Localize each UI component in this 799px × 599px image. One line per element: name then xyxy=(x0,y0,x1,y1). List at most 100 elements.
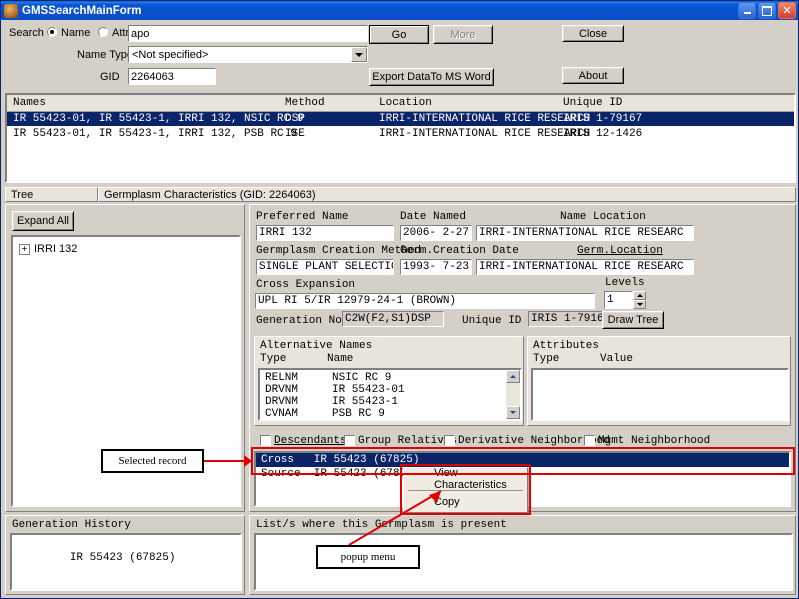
alternative-names-panel: Alternative Names Type Name RELNM NSIC R… xyxy=(254,336,524,426)
levels-value[interactable]: 1 xyxy=(604,291,633,309)
date-named-text: 2006- 2-27 xyxy=(403,227,470,239)
name-location-text: IRRI-INTERNATIONAL RICE RESEARC xyxy=(479,227,684,239)
radio-search-by-attribute[interactable] xyxy=(98,27,108,37)
name-type-value: <Not specified> xyxy=(132,48,209,61)
checkbox-descendants[interactable] xyxy=(260,435,271,446)
spin-down-button[interactable] xyxy=(633,300,646,309)
expand-all-button[interactable]: Expand All xyxy=(12,211,74,231)
annotation-selected-record-label: Selected record xyxy=(118,455,187,467)
scroll-up-icon xyxy=(510,375,516,378)
export-word-button[interactable]: Export DataTo MS Word xyxy=(369,68,494,86)
close-form-button[interactable]: Close xyxy=(562,25,624,42)
germ-location-label: Germ.Location xyxy=(577,245,663,257)
scroll-track[interactable] xyxy=(506,383,520,406)
triangle-down xyxy=(355,52,363,57)
row-location: IRRI-INTERNATIONAL RICE RESEARCH xyxy=(379,128,591,140)
annotation-selected-record: Selected record xyxy=(101,449,204,473)
row-location: IRRI-INTERNATIONAL RICE RESEARCH xyxy=(379,113,591,125)
about-button[interactable]: About xyxy=(562,67,624,84)
gid-label: GID xyxy=(100,71,120,83)
list-item[interactable]: IR 55423 (67825) xyxy=(12,535,240,564)
alternative-names-scrollbar[interactable] xyxy=(506,370,520,419)
row-names: IR 55423-01, IR 55423-1, IRRI 132, PSB R… xyxy=(13,128,297,140)
scroll-down-icon xyxy=(510,411,516,414)
table-row[interactable]: IR 55423-01, IR 55423-1, IRRI 132, PSB R… xyxy=(7,127,794,141)
generation-no-text: C2W(F2,S1)DSP xyxy=(345,313,431,325)
levels-stepper[interactable]: 1 xyxy=(604,291,646,309)
window-controls: ✕ xyxy=(738,2,796,19)
minimize-button[interactable] xyxy=(738,2,756,19)
expander-plus-icon[interactable]: + xyxy=(19,243,30,255)
name-type-label: Name Type xyxy=(77,49,134,61)
restore-button[interactable] xyxy=(758,2,776,19)
expand-all-label: Expand All xyxy=(17,215,69,227)
cross-expansion-label: Cross Expansion xyxy=(256,279,356,291)
radio-search-by-name[interactable] xyxy=(47,27,57,37)
results-col-method: Method xyxy=(285,97,325,109)
search-query-value: apo xyxy=(131,27,150,40)
generation-history-list[interactable]: IR 55423 (67825) xyxy=(10,533,242,591)
alternative-names-list[interactable]: RELNM NSIC RC 9 DRVNM IR 55423-01 DRVNM … xyxy=(258,368,522,421)
more-button: More xyxy=(433,25,493,44)
name-location-value: IRRI-INTERNATIONAL RICE RESEARC xyxy=(476,225,694,241)
row-names: IR 55423-01, IR 55423-1, IRRI 132, NSIC … xyxy=(13,113,304,125)
about-button-label: About xyxy=(578,69,608,82)
checkbox-derivative-neighborhood[interactable] xyxy=(444,435,455,446)
more-button-label: More xyxy=(450,28,476,41)
close-button[interactable]: ✕ xyxy=(778,2,796,19)
attributes-list[interactable] xyxy=(531,368,789,421)
preferred-name-value: IRRI 132 xyxy=(256,225,394,241)
alt-col-type: Type xyxy=(260,353,287,365)
go-button[interactable]: Go xyxy=(369,25,429,44)
export-word-label: Export DataTo MS Word xyxy=(372,71,491,83)
row-unique-id: IRIS 1-79167 xyxy=(563,113,643,125)
generation-no-label: Generation No. xyxy=(256,315,349,327)
gid-input[interactable]: 2264063 xyxy=(128,68,216,85)
tab-tree-label: Tree xyxy=(11,188,34,201)
checkbox-group-relatives[interactable] xyxy=(344,435,355,446)
gid-value: 2264063 xyxy=(131,70,174,83)
tab-tree[interactable]: Tree xyxy=(5,187,98,202)
radio-name-label: Name xyxy=(61,27,91,39)
table-row[interactable]: IR 55423-01, IR 55423-1, IRRI 132, NSIC … xyxy=(7,112,794,126)
search-query-input[interactable]: apo xyxy=(128,25,368,42)
name-type-select[interactable]: <Not specified> xyxy=(128,46,368,63)
close-form-label: Close xyxy=(578,27,608,40)
results-grid[interactable]: Names Method Location Unique ID IR 55423… xyxy=(5,93,796,183)
search-label: Search xyxy=(9,27,44,39)
creation-method-text: SINGLE PLANT SELECTION SF xyxy=(259,261,393,273)
generation-no-value: C2W(F2,S1)DSP xyxy=(342,311,444,327)
annotation-arrow-line-selected xyxy=(204,460,246,462)
checkbox-descendants-label: Descendants xyxy=(274,435,347,447)
germ-location-text: IRRI-INTERNATIONAL RICE RESEARC xyxy=(479,261,684,273)
go-button-label: Go xyxy=(391,28,407,41)
levels-label: Levels xyxy=(605,277,645,289)
generation-history-row: IR 55423 (67825) xyxy=(69,552,176,564)
triangle-down-icon xyxy=(636,303,643,306)
attr-col-value: Value xyxy=(600,353,634,365)
draw-tree-button[interactable]: Draw Tree xyxy=(602,311,664,329)
radio-dot xyxy=(50,30,54,34)
scroll-down-button[interactable] xyxy=(506,406,520,419)
tree-node-irri-132[interactable]: + IRRI 132 xyxy=(19,243,77,255)
levels-text: 1 xyxy=(607,294,614,306)
unique-id-text: IRIS 1-79167 xyxy=(531,313,611,325)
checkbox-mgmt-neighborhood[interactable] xyxy=(584,435,595,446)
tab-germplasm-characteristics[interactable]: Germplasm Characteristics (GID: 2264063) xyxy=(98,187,796,202)
spin-up-button[interactable] xyxy=(633,291,646,300)
cross-expansion-value: UPL RI 5/IR 12979-24-1 (BROWN) xyxy=(255,293,595,309)
checkbox-group-relatives-label: Group Relatives xyxy=(358,435,458,447)
attributes-title: Attributes xyxy=(533,340,600,352)
chevron-down-icon[interactable] xyxy=(351,47,367,62)
levels-spin-buttons[interactable] xyxy=(633,291,646,309)
creation-date-text: 1993- 7-23 xyxy=(403,261,470,273)
row-method: DSP xyxy=(285,113,305,125)
results-col-names: Names xyxy=(13,97,47,109)
scroll-up-button[interactable] xyxy=(506,370,520,383)
date-named-value: 2006- 2-27 xyxy=(400,225,472,241)
name-location-label: Name Location xyxy=(560,211,646,223)
attributes-panel: Attributes Type Value xyxy=(527,336,791,426)
title-bar: GMSSearchMainForm ✕ xyxy=(1,1,798,20)
draw-tree-label: Draw Tree xyxy=(607,314,659,326)
creation-date-label: Germ.Creation Date xyxy=(400,245,519,257)
